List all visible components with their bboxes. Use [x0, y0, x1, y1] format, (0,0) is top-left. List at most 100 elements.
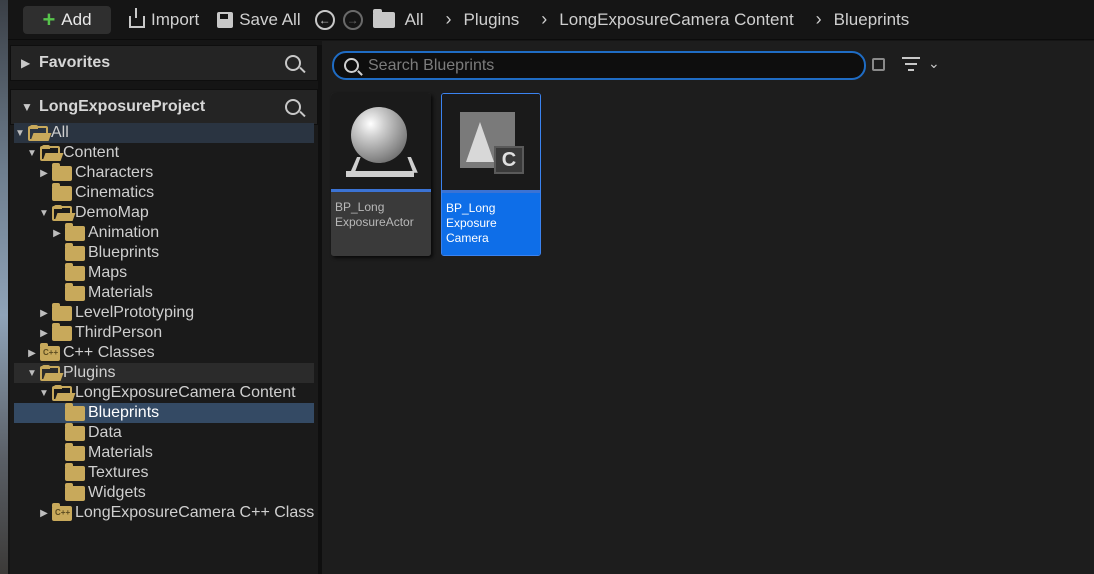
tree-item-label: C++ Classes [63, 344, 155, 361]
save-search-icon[interactable] [872, 58, 885, 71]
tree-item-cpp-classes[interactable]: ▶ C++ Classes [14, 343, 314, 363]
tree-item-plugin-cpp-classes[interactable]: ▶ LongExposureCamera C++ Classes [14, 503, 314, 523]
save-icon [217, 11, 234, 28]
breadcrumb-plugins[interactable]: Plugins [464, 10, 520, 30]
tree-item-label: Plugins [63, 364, 116, 381]
tree-item-all[interactable]: ▼ All [14, 123, 314, 143]
asset-name-line: BP_Long [335, 200, 385, 214]
folder-open-icon [52, 384, 72, 401]
asset-tile[interactable]: BP_Long ExposureActor [331, 93, 431, 256]
chevron-right-icon[interactable]: › [816, 9, 822, 30]
tree-item-label: Materials [88, 444, 153, 461]
collapse-arrow-icon[interactable]: ▼ [26, 368, 38, 379]
search-input[interactable] [368, 56, 848, 75]
tree-item-label: DemoMap [75, 204, 149, 221]
tree-item-data[interactable]: Data [14, 423, 314, 443]
sources-panel: ▶ Favorites ▼ LongExposureProject ▼ All … [10, 45, 318, 574]
cpp-folder-icon [52, 503, 72, 521]
breadcrumb-plugin-content[interactable]: LongExposureCamera Content [559, 10, 793, 30]
tree-item-textures[interactable]: Textures [14, 463, 314, 483]
triangle-icon [466, 122, 494, 162]
tree-item-characters[interactable]: ▶ Characters [14, 163, 314, 183]
save-all-button-label: Save All [239, 9, 301, 29]
tree-item-widgets[interactable]: Widgets [14, 483, 314, 503]
asset-tile-selected[interactable]: C BP_Long Exposure Camera [441, 93, 541, 256]
tree-item-label: Materials [88, 284, 153, 301]
tree-item-label: Cinematics [75, 184, 155, 201]
tree-item-label: LongExposureCamera Content [75, 384, 296, 401]
folder-icon [52, 183, 72, 201]
folder-icon [65, 463, 85, 481]
project-header[interactable]: ▼ LongExposureProject [10, 89, 318, 125]
content-browser-toolbar: + Add Import Save All ← → All › Plugins … [8, 0, 1094, 40]
expand-arrow-icon[interactable]: ▶ [51, 228, 63, 239]
expand-arrow-icon[interactable]: ▶ [21, 56, 39, 70]
add-button[interactable]: + Add [23, 5, 111, 34]
chevron-right-icon[interactable]: › [541, 9, 547, 30]
import-icon [129, 7, 145, 28]
asset-name-line: BP_Long [446, 201, 496, 215]
pedestal-icon [346, 155, 414, 177]
folder-icon[interactable] [372, 8, 395, 28]
tree-item-label: Blueprints [88, 404, 160, 421]
expand-arrow-icon[interactable]: ▶ [26, 348, 38, 359]
tree-item-label: Maps [88, 264, 128, 281]
folder-icon [65, 243, 85, 261]
forward-arrow-icon[interactable]: → [342, 9, 363, 30]
breadcrumb-all[interactable]: All [405, 10, 424, 30]
import-button[interactable]: Import [129, 7, 199, 30]
tree-item-levelprototyping[interactable]: ▶ LevelPrototyping [14, 303, 314, 323]
tree-item-label: All [51, 124, 69, 141]
tree-item-animation[interactable]: ▶ Animation [14, 223, 314, 243]
search-box[interactable] [332, 51, 866, 80]
collapse-arrow-icon[interactable]: ▼ [26, 148, 38, 159]
tree-item-plugin-blueprints[interactable]: Blueprints [14, 403, 314, 423]
tree-item-demomap-blueprints[interactable]: Blueprints [14, 243, 314, 263]
filter-icon[interactable] [902, 57, 920, 73]
expand-arrow-icon[interactable]: ▶ [38, 328, 50, 339]
collapse-arrow-icon[interactable]: ▼ [14, 128, 26, 139]
folder-icon [65, 283, 85, 301]
folder-open-icon [40, 364, 60, 381]
back-arrow-icon[interactable]: ← [314, 9, 335, 30]
camera-thumbnail: C [442, 94, 540, 190]
folder-icon [65, 443, 85, 461]
tree-item-maps[interactable]: Maps [14, 263, 314, 283]
tree-item-label: Animation [88, 224, 160, 241]
tree-item-label: Content [63, 144, 120, 161]
search-icon [344, 58, 359, 73]
folder-tree: ▼ All ▼ Content ▶ Characters Cinematics … [14, 123, 314, 523]
folder-icon [65, 223, 85, 241]
chevron-right-icon[interactable]: › [446, 9, 452, 30]
folder-icon [52, 303, 72, 321]
tree-item-plugin-content[interactable]: ▼ LongExposureCamera Content [14, 383, 314, 403]
collapse-arrow-icon[interactable]: ▼ [38, 208, 50, 219]
project-title: LongExposureProject [39, 98, 206, 115]
actor-thumbnail [331, 93, 431, 189]
save-all-button[interactable]: Save All [217, 9, 301, 30]
search-icon[interactable] [285, 99, 301, 115]
search-icon[interactable] [285, 55, 301, 71]
tree-item-thirdperson[interactable]: ▶ ThirdPerson [14, 323, 314, 343]
tree-item-demomap[interactable]: ▼ DemoMap [14, 203, 314, 223]
tree-item-label: Blueprints [88, 244, 160, 261]
collapse-arrow-icon[interactable]: ▼ [21, 100, 39, 114]
favorites-header[interactable]: ▶ Favorites [10, 45, 318, 81]
chevron-down-icon[interactable]: ⌄ [928, 55, 940, 72]
tree-item-content[interactable]: ▼ Content [14, 143, 314, 163]
divider [10, 81, 318, 89]
breadcrumb-blueprints[interactable]: Blueprints [834, 10, 910, 30]
tree-item-materials[interactable]: Materials [14, 283, 314, 303]
class-badge-icon: C [494, 146, 524, 174]
folder-open-icon [28, 124, 48, 141]
tree-item-cinematics[interactable]: Cinematics [14, 183, 314, 203]
tree-item-label: LevelPrototyping [75, 304, 195, 321]
expand-arrow-icon[interactable]: ▶ [38, 308, 50, 319]
tree-item-plugin-materials[interactable]: Materials [14, 443, 314, 463]
favorites-title: Favorites [39, 54, 111, 71]
expand-arrow-icon[interactable]: ▶ [38, 168, 50, 179]
folder-icon [65, 423, 85, 441]
tree-item-plugins[interactable]: ▼ Plugins [14, 363, 314, 383]
collapse-arrow-icon[interactable]: ▼ [38, 388, 50, 399]
expand-arrow-icon[interactable]: ▶ [38, 508, 50, 519]
